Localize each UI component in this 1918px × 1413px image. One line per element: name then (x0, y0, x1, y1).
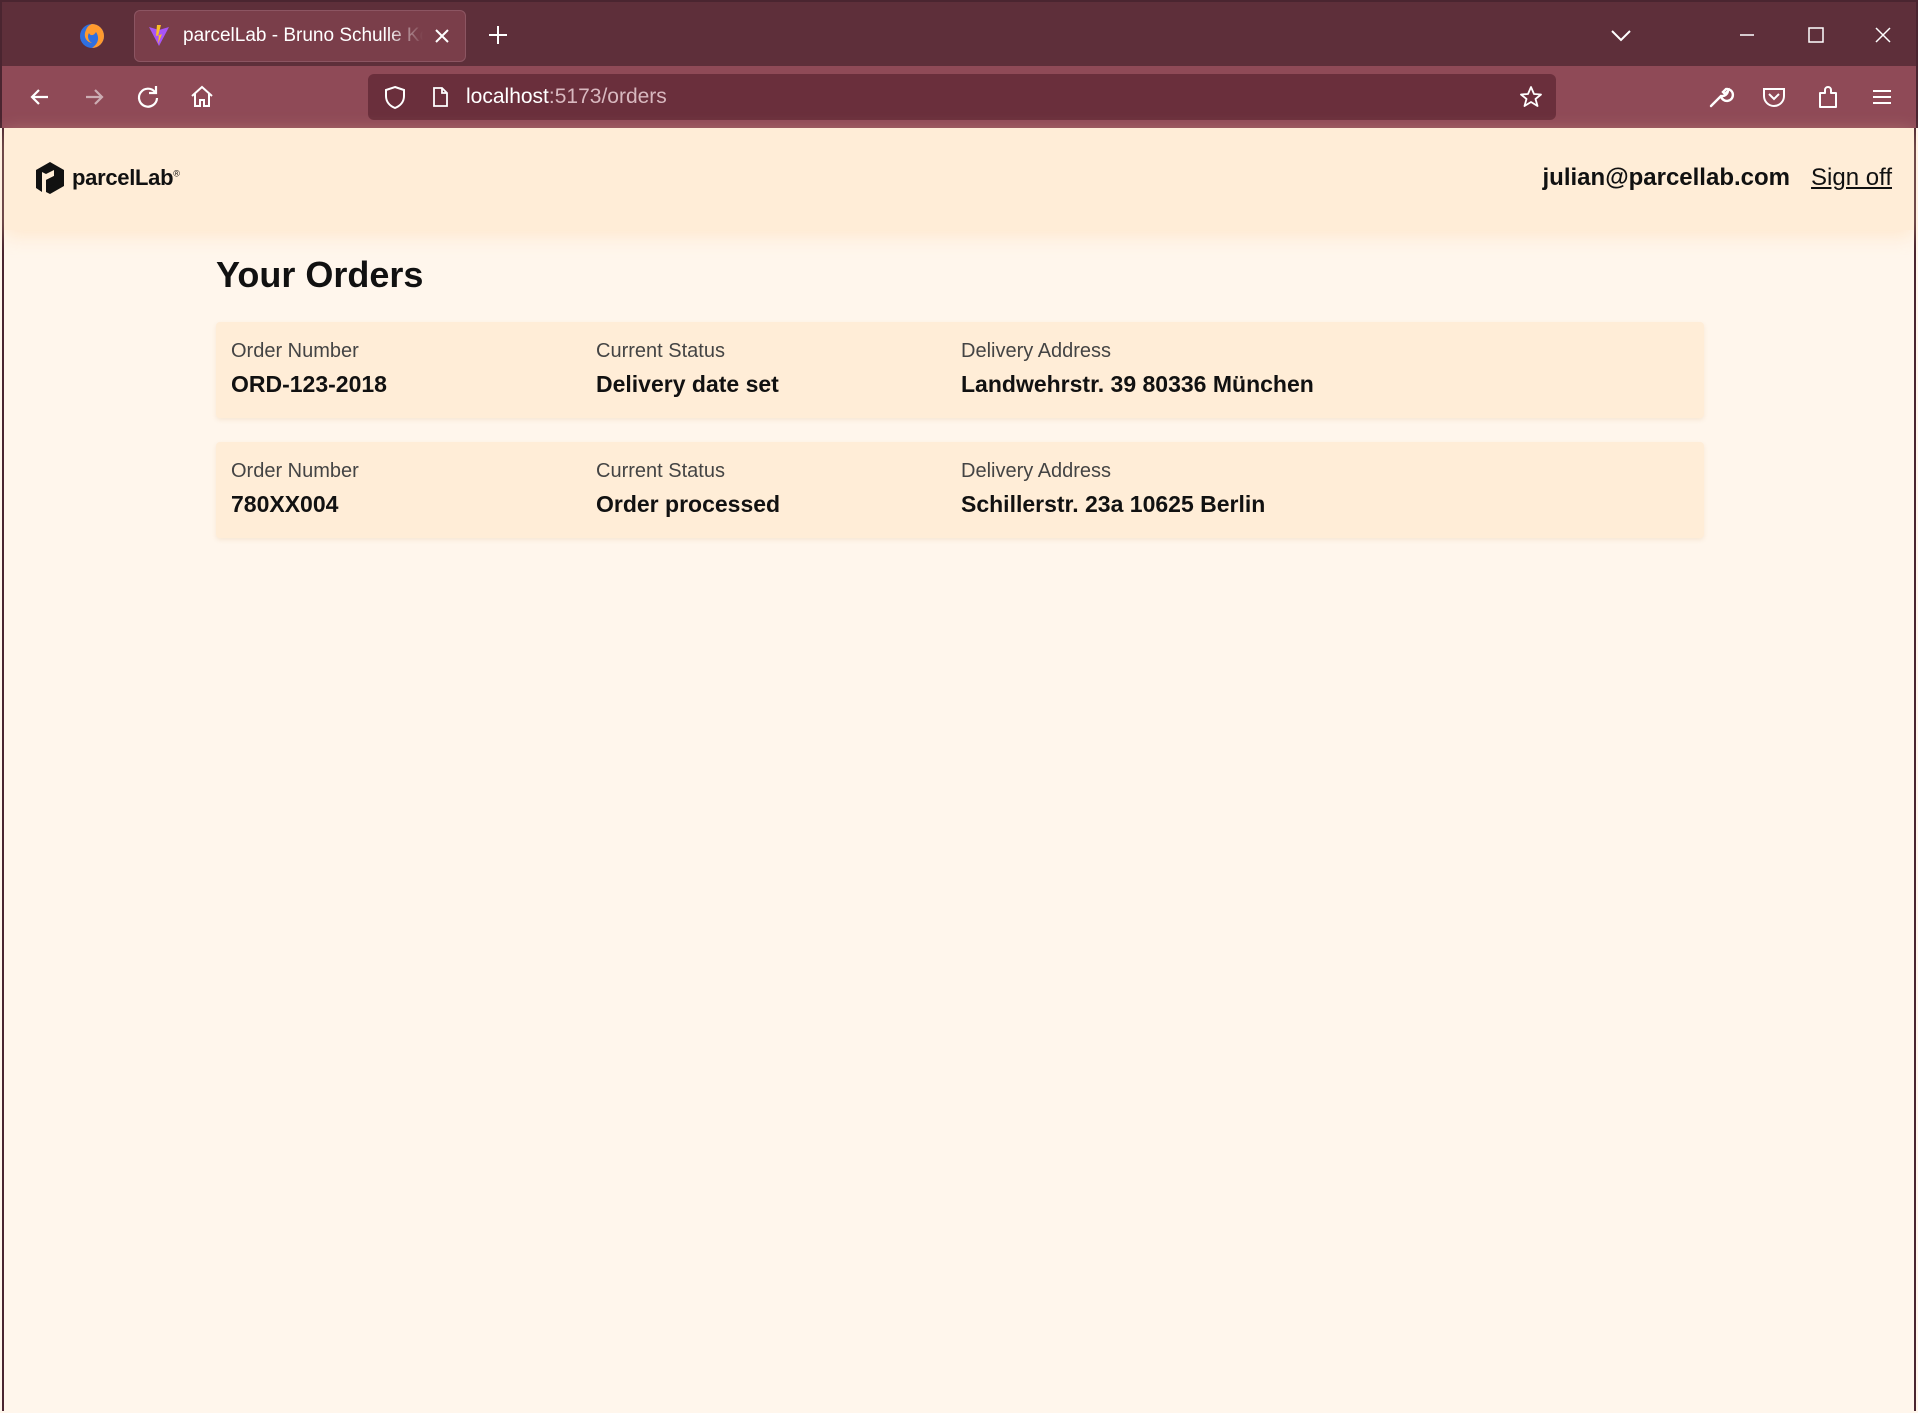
current-status-value: Delivery date set (596, 371, 779, 397)
maximize-window-icon[interactable] (1801, 20, 1831, 50)
hamburger-menu-icon[interactable] (1866, 81, 1898, 113)
parcellab-logo-mark-icon (36, 162, 64, 194)
current-status-value: Order processed (596, 491, 781, 517)
back-arrow-icon[interactable] (24, 81, 56, 113)
logo-text: parcelLab® (72, 165, 180, 190)
order-number-column: Order Number ORD-123-2018 (231, 340, 387, 398)
reload-icon[interactable] (132, 81, 164, 113)
forward-arrow-icon[interactable] (78, 81, 110, 113)
wrench-icon[interactable] (1704, 81, 1736, 113)
delivery-address-value: Landwehrstr. 39 80336 München (961, 371, 1314, 397)
tracking-protection-shield-icon[interactable] (382, 84, 408, 110)
delivery-address-column: Delivery Address Landwehrstr. 39 80336 M… (961, 340, 1314, 398)
close-window-icon[interactable] (1868, 20, 1898, 50)
firefox-logo-icon[interactable] (78, 22, 106, 50)
browser-navigation-bar: localhost:5173/orders (0, 66, 1918, 128)
delivery-address-value: Schillerstr. 23a 10625 Berlin (961, 491, 1266, 517)
delivery-address-label: Delivery Address (961, 460, 1112, 482)
parcellab-logo[interactable]: parcelLab® (32, 158, 180, 198)
delivery-address-column: Delivery Address Schillerstr. 23a 10625 … (961, 460, 1265, 518)
current-status-column: Current Status Order processed (596, 460, 780, 518)
page-viewport: parcelLab® julian@parcellab.com Sign off… (2, 128, 1916, 1411)
new-tab-icon[interactable] (485, 22, 511, 48)
current-status-label: Current Status (596, 340, 725, 362)
page-title: Your Orders (216, 254, 424, 295)
order-card[interactable]: Order Number 780XX004 Current Status Ord… (216, 442, 1704, 538)
order-number-column: Order Number 780XX004 (231, 460, 359, 518)
order-number-label: Order Number (231, 460, 359, 482)
address-bar[interactable]: localhost:5173/orders (368, 74, 1556, 120)
order-number-value: 780XX004 (231, 491, 339, 517)
order-number-label: Order Number (231, 340, 359, 362)
current-status-column: Current Status Delivery date set (596, 340, 779, 398)
page-info-icon[interactable] (428, 85, 452, 109)
minimize-window-icon[interactable] (1732, 20, 1762, 50)
tab-title: parcelLab - Bruno Schulle Konrad (183, 25, 423, 46)
url-text[interactable]: localhost:5173/orders (466, 85, 667, 109)
orders-list: Order Number ORD-123-2018 Current Status… (216, 322, 1704, 562)
site-header: parcelLab® julian@parcellab.com Sign off (4, 128, 1914, 230)
browser-tab-strip: parcelLab - Bruno Schulle Konrad (0, 0, 1918, 66)
delivery-address-label: Delivery Address (961, 340, 1112, 362)
pocket-icon[interactable] (1758, 81, 1790, 113)
order-card[interactable]: Order Number ORD-123-2018 Current Status… (216, 322, 1704, 418)
current-status-label: Current Status (596, 460, 725, 482)
user-email: julian@parcellab.com (1542, 164, 1790, 191)
sign-off-link[interactable]: Sign off (1811, 164, 1892, 192)
extensions-puzzle-icon[interactable] (1812, 81, 1844, 113)
bookmark-star-icon[interactable] (1518, 84, 1544, 110)
chevron-down-icon[interactable] (1608, 24, 1634, 46)
home-icon[interactable] (186, 81, 218, 113)
browser-tab-active[interactable]: parcelLab - Bruno Schulle Konrad (134, 10, 466, 62)
vite-favicon-icon (149, 25, 169, 46)
close-tab-icon[interactable] (431, 25, 453, 47)
order-number-value: ORD-123-2018 (231, 371, 387, 397)
